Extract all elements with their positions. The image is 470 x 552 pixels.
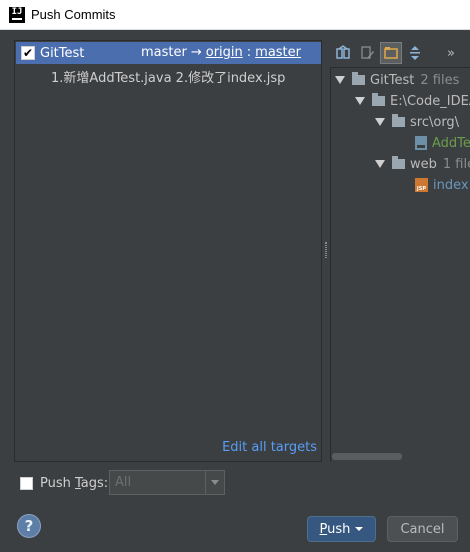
- window-title: Push Commits: [31, 7, 116, 22]
- java-file-icon: [415, 136, 427, 150]
- expand-triangle-icon[interactable]: [375, 160, 385, 168]
- group-by-directory-icon: [384, 47, 398, 59]
- dropdown-caret-icon[interactable]: [355, 527, 364, 531]
- tree-node-java-file[interactable]: AddTest.java: [415, 133, 470, 153]
- tree-node-src[interactable]: src\org\: [375, 112, 459, 132]
- push-tags-label-pre: Push: [40, 475, 75, 491]
- tree-node-jsp-file[interactable]: JSP index.jsp: [415, 175, 470, 195]
- horizontal-scrollbar[interactable]: [332, 453, 402, 460]
- tree-src-label: src\org\: [410, 114, 460, 130]
- push-tags-option[interactable]: Push Tags:: [20, 472, 108, 494]
- tree-root-label: GitTest: [370, 72, 415, 88]
- commit-item[interactable]: 1.新增AddTest.java 2.修改了index.jsp: [51, 67, 285, 86]
- tree-node-module[interactable]: E:\Code_IDEA\GitTest: [355, 91, 470, 111]
- changes-toolbar: »: [330, 40, 470, 66]
- tree-module-label: E:\Code_IDEA\GitTest: [390, 93, 470, 109]
- repo-checkbox[interactable]: ✔: [21, 46, 35, 60]
- splitter-grip-icon: [325, 242, 327, 258]
- expand-triangle-icon[interactable]: [375, 118, 385, 126]
- chevron-right-double-icon: »: [447, 45, 455, 61]
- push-button-label: Push: [320, 522, 351, 537]
- expand-triangle-icon[interactable]: [335, 76, 345, 84]
- jsp-file-icon: JSP: [415, 178, 428, 192]
- arrow-right-icon: →: [190, 45, 202, 60]
- repo-name: GitTest: [40, 45, 85, 61]
- edit-source-button[interactable]: [356, 42, 378, 64]
- help-button[interactable]: ?: [17, 514, 41, 538]
- folder-icon: [392, 156, 405, 169]
- local-branch: master: [141, 45, 187, 60]
- tree-node-web[interactable]: web 1 file: [375, 154, 470, 174]
- group-by-directory-button[interactable]: [380, 42, 402, 64]
- tree-root-count: 2 files: [420, 72, 460, 88]
- tree-java-label: AddTest.java: [432, 135, 470, 151]
- app-icon-text: IJ: [11, 6, 23, 17]
- tree-web-label: web: [410, 156, 437, 172]
- intellij-app-icon: IJ: [9, 6, 25, 23]
- diff-icon: [336, 45, 350, 59]
- folder-icon: [352, 72, 365, 85]
- folder-icon: [372, 93, 385, 106]
- push-button[interactable]: Push: [307, 516, 376, 542]
- expand-all-button[interactable]: [404, 42, 426, 64]
- branch-separator: :: [246, 45, 252, 60]
- show-diff-button[interactable]: [332, 42, 354, 64]
- remote-branch-link[interactable]: master: [255, 45, 301, 60]
- push-tags-checkbox[interactable]: [20, 476, 33, 490]
- push-tags-label: Push Tags:: [40, 476, 108, 491]
- tree-web-count: 1 file: [442, 156, 470, 172]
- cancel-button[interactable]: Cancel: [387, 516, 458, 542]
- expand-triangle-icon[interactable]: [355, 97, 365, 105]
- chevron-down-icon[interactable]: [205, 471, 224, 494]
- commits-panel: ✔ GitTest master → origin : master 1.新增A…: [14, 40, 322, 462]
- branch-info: master → origin : master: [141, 45, 301, 60]
- repo-row-gittest[interactable]: ✔ GitTest master → origin : master: [16, 42, 321, 64]
- title-bar: IJ Push Commits: [0, 0, 470, 30]
- edit-all-targets-link[interactable]: Edit all targets: [222, 440, 317, 455]
- expand-all-icon: [410, 46, 420, 60]
- folder-icon: [392, 114, 405, 127]
- remote-link[interactable]: origin: [206, 45, 243, 60]
- push-label-rest: ush: [327, 521, 351, 537]
- tree-node-root[interactable]: GitTest 2 files: [335, 70, 459, 90]
- push-tags-select[interactable]: All: [109, 470, 225, 495]
- changes-tree: GitTest 2 files E:\Code_IDEA\GitTest src…: [330, 67, 470, 462]
- tree-jsp-label: index.jsp: [433, 177, 470, 193]
- edit-source-icon: [361, 46, 374, 59]
- push-tags-label-post: ags:: [80, 475, 109, 491]
- more-actions-button[interactable]: »: [440, 42, 462, 64]
- push-tags-select-value: All: [115, 475, 132, 490]
